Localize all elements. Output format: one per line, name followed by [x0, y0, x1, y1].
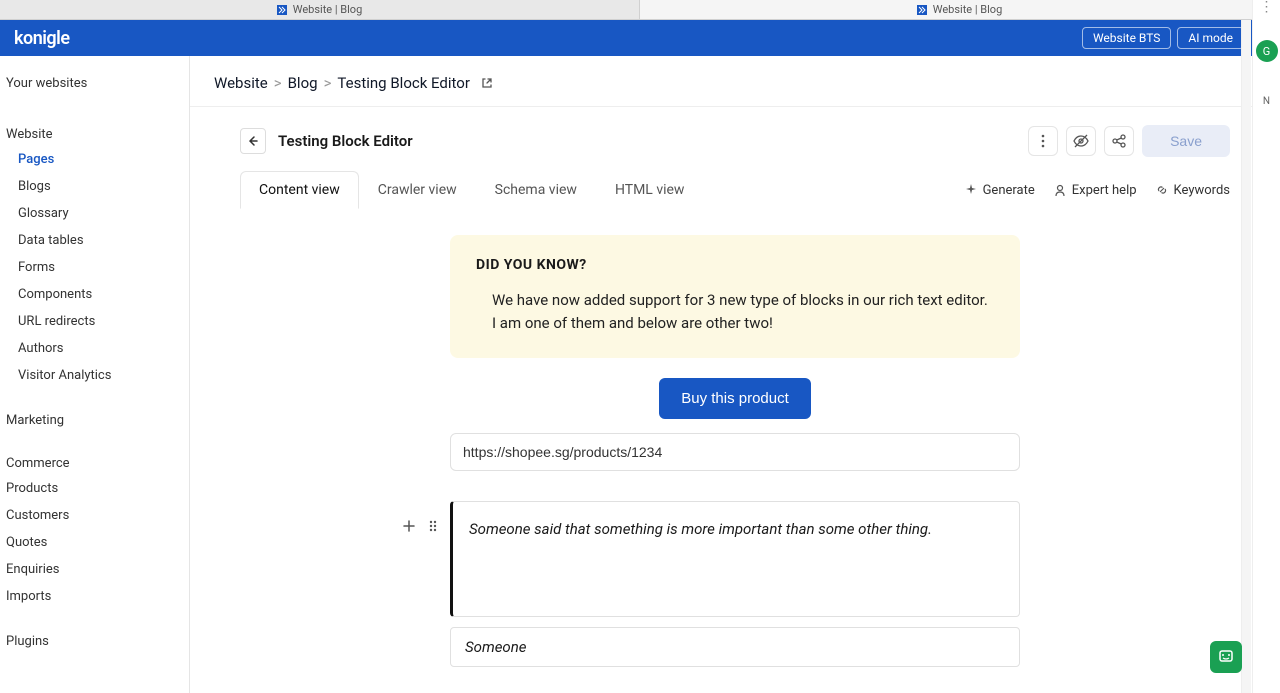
sidebar-item-glossary[interactable]: Glossary — [6, 200, 189, 227]
avatar[interactable]: G — [1256, 40, 1278, 62]
arrow-left-icon — [246, 134, 260, 148]
dots-vertical-icon — [1035, 133, 1051, 149]
chat-icon — [1217, 648, 1235, 666]
generate-button[interactable]: Generate — [964, 183, 1035, 198]
favicon-icon — [277, 5, 287, 15]
sidebar-item-products[interactable]: Products — [6, 475, 189, 502]
help-fab[interactable] — [1210, 641, 1242, 673]
external-link-icon[interactable] — [480, 76, 494, 90]
drag-icon — [428, 519, 438, 533]
back-button[interactable] — [240, 128, 266, 154]
sidebar-item-customers[interactable]: Customers — [6, 502, 189, 529]
breadcrumb: Website > Blog > Testing Block Editor — [190, 56, 1280, 107]
sidebar-section-website[interactable]: Website — [6, 117, 189, 146]
save-button[interactable]: Save — [1142, 125, 1230, 157]
app-header: konigle Website BTS AI mode — [0, 20, 1280, 56]
breadcrumb-sep: > — [274, 74, 282, 92]
sidebar-item-blogs[interactable]: Blogs — [6, 173, 189, 200]
sidebar-item-visitor-analytics[interactable]: Visitor Analytics — [6, 362, 189, 389]
tab-schema-view[interactable]: Schema view — [476, 171, 596, 209]
callout-block[interactable]: DID YOU KNOW? We have now added support … — [450, 235, 1020, 358]
right-strip: ⋮ G N — [1252, 0, 1280, 693]
visibility-button[interactable] — [1066, 126, 1096, 156]
link-icon — [1155, 183, 1169, 197]
more-button[interactable] — [1028, 126, 1058, 156]
sidebar-item-components[interactable]: Components — [6, 281, 189, 308]
breadcrumb-blog[interactable]: Blog — [288, 74, 318, 92]
sidebar-item-quotes[interactable]: Quotes — [6, 529, 189, 556]
share-icon — [1111, 133, 1127, 149]
sidebar: Your websites Website Pages Blogs Glossa… — [0, 56, 190, 693]
browser-tab-2[interactable]: Website | Blog — [640, 0, 1280, 19]
tab-html-view[interactable]: HTML view — [596, 171, 704, 209]
sidebar-item-forms[interactable]: Forms — [6, 254, 189, 281]
tab-crawler-view[interactable]: Crawler view — [359, 171, 476, 209]
callout-body: We have now added support for 3 new type… — [476, 289, 994, 336]
browser-tab-label: Website | Blog — [933, 3, 1003, 16]
buy-product-button[interactable]: Buy this product — [659, 378, 811, 419]
eye-off-icon — [1072, 132, 1090, 150]
sidebar-heading: Your websites — [6, 70, 189, 97]
sidebar-section-plugins[interactable]: Plugins — [6, 624, 189, 653]
quote-author-block[interactable]: Someone — [450, 627, 1020, 667]
expert-help-button[interactable]: Expert help — [1053, 183, 1137, 198]
sparkle-icon — [964, 183, 978, 197]
page-title: Testing Block Editor — [278, 132, 413, 150]
mode-website-bts[interactable]: Website BTS — [1082, 27, 1171, 49]
plus-icon — [402, 519, 416, 533]
scrollbar[interactable] — [1241, 20, 1251, 693]
person-icon — [1053, 183, 1067, 197]
breadcrumb-current: Testing Block Editor — [337, 74, 470, 92]
sidebar-section-commerce[interactable]: Commerce — [6, 446, 189, 475]
breadcrumb-website[interactable]: Website — [214, 74, 268, 92]
sidebar-item-url-redirects[interactable]: URL redirects — [6, 308, 189, 335]
mode-ai[interactable]: AI mode — [1177, 27, 1244, 49]
tab-content-view[interactable]: Content view — [240, 171, 359, 209]
browser-tab-1[interactable]: Website | Blog — [0, 0, 640, 19]
keywords-button[interactable]: Keywords — [1155, 183, 1230, 198]
quote-block[interactable]: Someone said that something is more impo… — [450, 501, 1020, 617]
product-url-input[interactable] — [450, 433, 1020, 471]
callout-title: DID YOU KNOW? — [476, 257, 994, 273]
sidebar-item-imports[interactable]: Imports — [6, 583, 189, 610]
breadcrumb-sep: > — [324, 74, 332, 92]
main-content: Website > Blog > Testing Block Editor Te… — [190, 56, 1280, 693]
add-block-button[interactable] — [400, 517, 418, 535]
view-tabs: Content view Crawler view Schema view HT… — [240, 171, 703, 209]
share-button[interactable] — [1104, 126, 1134, 156]
drag-handle[interactable] — [424, 517, 442, 535]
sidebar-item-enquiries[interactable]: Enquiries — [6, 556, 189, 583]
side-letter: N — [1253, 96, 1280, 107]
favicon-icon — [917, 5, 927, 15]
logo[interactable]: konigle — [14, 28, 70, 49]
browser-tab-label: Website | Blog — [293, 3, 363, 16]
kebab-icon[interactable]: ⋮ — [1253, 4, 1280, 10]
sidebar-item-authors[interactable]: Authors — [6, 335, 189, 362]
sidebar-item-pages[interactable]: Pages — [6, 146, 189, 173]
sidebar-section-marketing[interactable]: Marketing — [6, 403, 189, 432]
sidebar-item-data-tables[interactable]: Data tables — [6, 227, 189, 254]
